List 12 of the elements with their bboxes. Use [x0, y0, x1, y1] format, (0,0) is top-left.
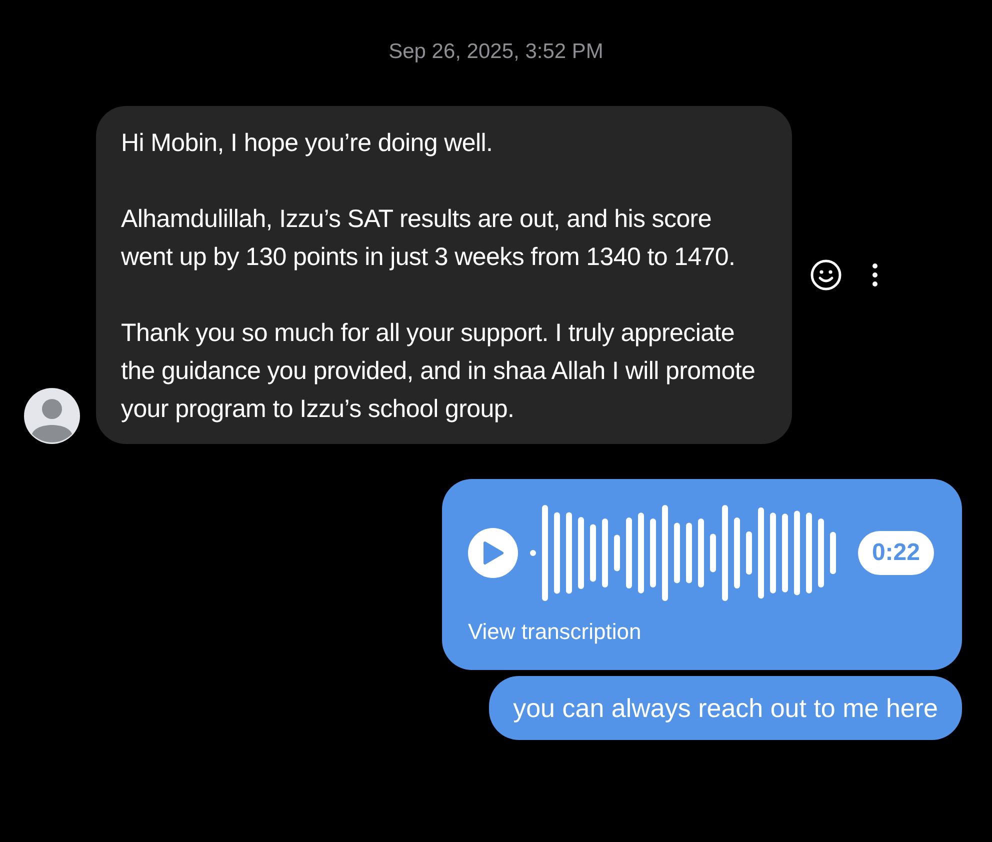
more-options-icon[interactable]	[872, 262, 878, 286]
duration-label: 0:22	[858, 530, 934, 574]
message-text: Thank you so much for all your support. I truly appreciate the guidance you provided, and in shaa Allah I will promote your program to Izzu’s school group.	[121, 318, 756, 424]
message-text: Alhamdulillah, Izzu’s SAT results are out, and his score went up by 130 points in just 3 weeks from 1340 to 1470.	[121, 204, 736, 272]
smiley-icon[interactable]	[810, 258, 842, 290]
message-text: Hi Mobin, I hope you’re doing well.	[121, 128, 494, 158]
avatar-icon	[24, 388, 80, 444]
play-icon	[482, 540, 504, 564]
message-text: you can always reach out to me here	[513, 692, 938, 724]
view-transcription-link[interactable]: View transcription	[468, 614, 642, 648]
timestamp: Sep 26, 2025, 3:52 PM	[388, 39, 604, 65]
play-button[interactable]	[468, 528, 518, 578]
